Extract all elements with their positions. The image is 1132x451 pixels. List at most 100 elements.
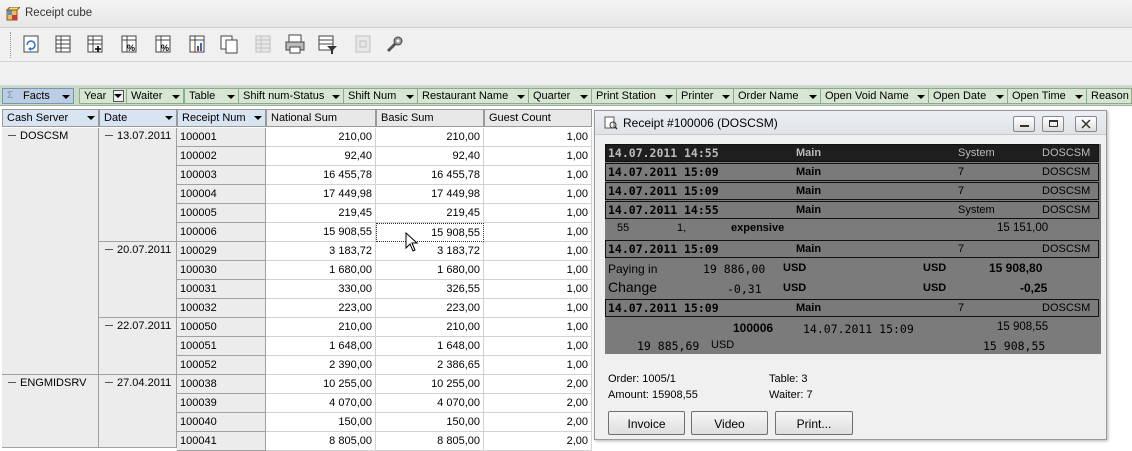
cell-guests[interactable]: 2,00 — [484, 375, 592, 394]
cell-basic[interactable]: 17 449,98 — [376, 185, 484, 204]
server-cell[interactable]: DOSCSM — [2, 128, 99, 375]
receipt-cell[interactable]: 100001 — [177, 128, 266, 147]
header-receipt-num[interactable]: Receipt Num — [177, 109, 266, 127]
video-button[interactable]: Video — [691, 411, 768, 435]
receipt-cell[interactable]: 100051 — [177, 337, 266, 356]
cell-guests[interactable]: 1,00 — [484, 318, 592, 337]
cell-guests[interactable]: 2,00 — [484, 394, 592, 413]
percent-alt-icon[interactable]: % — [152, 33, 174, 55]
cell-basic[interactable]: 210,00 — [376, 318, 484, 337]
cell-national[interactable]: 2 390,00 — [266, 356, 376, 375]
field-year[interactable]: Year — [79, 88, 127, 104]
cell-national[interactable]: 210,00 — [266, 128, 376, 147]
percent-icon[interactable]: % — [118, 33, 140, 55]
cell-guests[interactable]: 1,00 — [484, 223, 592, 242]
field-waiter[interactable]: Waiter — [126, 88, 184, 104]
field-restaurant-name[interactable]: Restaurant Name — [417, 88, 529, 104]
field-quarter[interactable]: Quarter — [528, 88, 592, 104]
cell-national[interactable]: 150,00 — [266, 413, 376, 432]
cell-basic[interactable]: 1 680,00 — [376, 261, 484, 280]
cell-guests[interactable]: 1,00 — [484, 242, 592, 261]
receipt-cell[interactable]: 100031 — [177, 280, 266, 299]
chart-icon[interactable] — [186, 33, 208, 55]
cell-guests[interactable]: 1,00 — [484, 280, 592, 299]
collapse-icon[interactable] — [105, 325, 113, 326]
grid-disabled-icon[interactable] — [252, 33, 274, 55]
cell-national[interactable]: 330,00 — [266, 280, 376, 299]
cell-national[interactable]: 210,00 — [266, 318, 376, 337]
receipt-cell[interactable]: 100004 — [177, 185, 266, 204]
cell-basic[interactable]: 92,40 — [376, 147, 484, 166]
cell-guests[interactable]: 1,00 — [484, 204, 592, 223]
field-open-date[interactable]: Open Date — [928, 88, 1008, 104]
server-cell[interactable]: ENGMIDSRV — [2, 375, 99, 448]
receipt-cell[interactable]: 100005 — [177, 204, 266, 223]
field-reason[interactable]: Reason — [1086, 88, 1132, 104]
collapse-icon[interactable] — [105, 135, 113, 136]
cell-basic[interactable]: 16 455,78 — [376, 166, 484, 185]
cell-basic[interactable]: 8 805,00 — [376, 432, 484, 451]
header-cash-server[interactable]: Cash Server — [2, 109, 99, 127]
cell-national[interactable]: 10 255,00 — [266, 375, 376, 394]
cell-basic[interactable]: 219,45 — [376, 204, 484, 223]
collapse-icon[interactable] — [105, 382, 113, 383]
receipt-cell[interactable]: 100052 — [177, 356, 266, 375]
receipt-cell[interactable]: 100032 — [177, 299, 266, 318]
receipt-cell[interactable]: 100003 — [177, 166, 266, 185]
cell-guests[interactable]: 1,00 — [484, 147, 592, 166]
cell-basic[interactable]: 15 908,55 — [376, 223, 484, 242]
collapse-icon[interactable] — [8, 382, 16, 383]
cell-guests[interactable]: 1,00 — [484, 337, 592, 356]
cell-basic[interactable]: 326,55 — [376, 280, 484, 299]
print-icon[interactable] — [284, 33, 306, 55]
export-disabled-icon[interactable] — [352, 33, 374, 55]
field-open-time[interactable]: Open Time — [1007, 88, 1087, 104]
cell-national[interactable]: 219,45 — [266, 204, 376, 223]
copy-icon[interactable] — [218, 33, 240, 55]
date-cell[interactable]: 20.07.2011 — [99, 242, 177, 318]
field-shift-num-status[interactable]: Shift num-Status — [238, 88, 344, 104]
cell-basic[interactable]: 210,00 — [376, 128, 484, 147]
date-cell[interactable]: 27.04.2011 — [99, 375, 177, 448]
facts-button[interactable]: Σ Facts — [2, 88, 74, 104]
cell-basic[interactable]: 1 648,00 — [376, 337, 484, 356]
filter-icon[interactable] — [316, 33, 338, 55]
minimize-button[interactable] — [1013, 116, 1035, 132]
receipt-cell[interactable]: 100029 — [177, 242, 266, 261]
refresh-icon[interactable] — [20, 33, 42, 55]
receipt-cell[interactable]: 100030 — [177, 261, 266, 280]
collapse-icon[interactable] — [105, 249, 113, 250]
cell-guests[interactable]: 1,00 — [484, 299, 592, 318]
cell-guests[interactable]: 2,00 — [484, 413, 592, 432]
field-table[interactable]: Table — [184, 88, 239, 104]
header-basic-sum[interactable]: Basic Sum — [376, 109, 484, 127]
cell-guests[interactable]: 1,00 — [484, 356, 592, 375]
tools-icon[interactable] — [384, 33, 406, 55]
header-national-sum[interactable]: National Sum — [266, 109, 376, 127]
cell-national[interactable]: 16 455,78 — [266, 166, 376, 185]
receipt-cell[interactable]: 100006 — [177, 223, 266, 242]
field-printer[interactable]: Printer — [676, 88, 734, 104]
date-cell[interactable]: 13.07.2011 — [99, 128, 177, 242]
cell-guests[interactable]: 2,00 — [484, 432, 592, 451]
close-button[interactable] — [1075, 116, 1097, 132]
header-date[interactable]: Date — [99, 109, 177, 127]
toolbar-grip[interactable] — [10, 32, 12, 58]
grid-icon[interactable] — [52, 33, 74, 55]
maximize-button[interactable] — [1042, 116, 1064, 132]
cell-basic[interactable]: 2 386,65 — [376, 356, 484, 375]
cell-guests[interactable]: 1,00 — [484, 185, 592, 204]
header-guest-count[interactable]: Guest Count — [484, 109, 592, 127]
year-dropdown-button[interactable] — [113, 90, 124, 102]
invoice-button[interactable]: Invoice — [608, 411, 685, 435]
receipt-cell[interactable]: 100040 — [177, 413, 266, 432]
cell-basic[interactable]: 223,00 — [376, 299, 484, 318]
field-print-station[interactable]: Print Station — [591, 88, 677, 104]
receipt-cell[interactable]: 100039 — [177, 394, 266, 413]
cell-national[interactable]: 1 680,00 — [266, 261, 376, 280]
cell-basic[interactable]: 150,00 — [376, 413, 484, 432]
grid-add-icon[interactable] — [84, 33, 106, 55]
cell-national[interactable]: 4 070,00 — [266, 394, 376, 413]
field-order-name[interactable]: Order Name — [733, 88, 821, 104]
collapse-icon[interactable] — [8, 135, 16, 136]
